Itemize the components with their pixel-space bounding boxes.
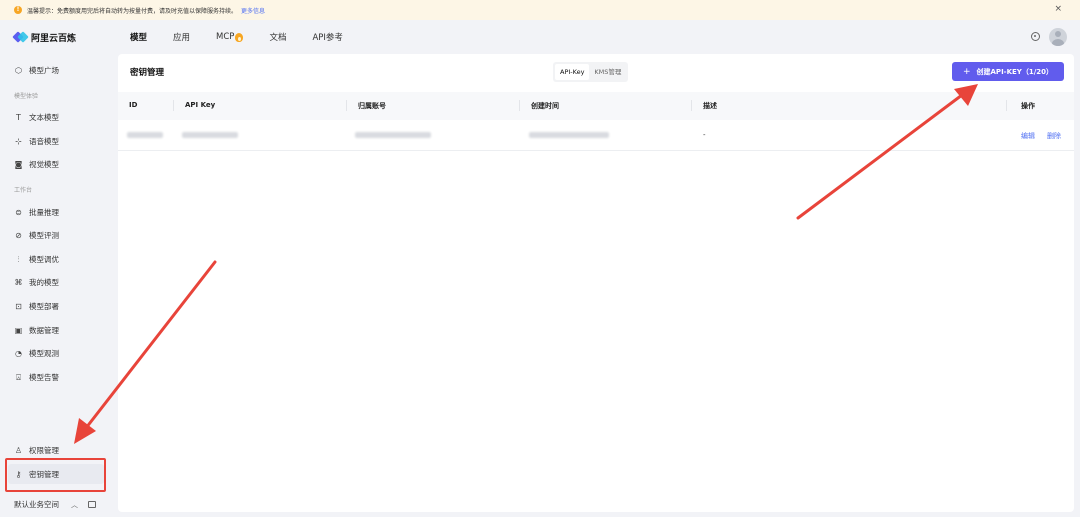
collapse-sidebar-icon[interactable] bbox=[88, 501, 96, 508]
sidebar-item-label: 批量推理 bbox=[29, 208, 59, 217]
close-icon[interactable]: × bbox=[1054, 4, 1062, 14]
notice-text: 温馨提示：免费额度用完后将自动转为按量付费，请及时充值以保障服务持续。 bbox=[27, 7, 238, 15]
brand-name: 阿里云百炼 bbox=[31, 33, 77, 44]
text-icon: T bbox=[16, 113, 21, 122]
notice-bar: ! 温馨提示：免费额度用完后将自动转为按量付费，请及时充值以保障服务持续。 更多… bbox=[0, 0, 1080, 20]
redacted-created-time bbox=[529, 132, 609, 138]
edit-link[interactable]: 编辑 bbox=[1021, 131, 1035, 141]
cube-icon: ⬡ bbox=[15, 66, 22, 75]
pie-icon: ◔ bbox=[15, 349, 22, 358]
compass-icon: ⊘ bbox=[15, 231, 22, 240]
column-divider bbox=[173, 100, 174, 111]
sidebar-item-text-model[interactable]: T 文本模型 bbox=[14, 112, 59, 123]
section-model-experience: 模型体验 bbox=[14, 93, 39, 100]
nav-api-reference[interactable]: API参考 bbox=[312, 31, 342, 43]
nav-mcp-label: MCP bbox=[216, 32, 235, 42]
column-header-id: ID bbox=[129, 101, 138, 109]
brand-logo[interactable]: 阿里云百炼 bbox=[12, 30, 130, 44]
deploy-icon: ⊡ bbox=[15, 302, 22, 311]
sidebar-item-model-evaluation[interactable]: ⊘ 模型评测 bbox=[14, 230, 59, 241]
nav-apps[interactable]: 应用 bbox=[173, 31, 190, 43]
warning-icon: ! bbox=[14, 6, 22, 14]
table-header: ID API Key 归属账号 创建时间 描述 操作 bbox=[118, 92, 1074, 120]
chevron-up-icon[interactable]: ︿ bbox=[71, 500, 78, 510]
sidebar-item-model-deployment[interactable]: ⊡ 模型部署 bbox=[14, 301, 59, 312]
nav-mcp[interactable]: MCP bbox=[216, 32, 244, 42]
workspace-name: 默认业务空间 bbox=[14, 500, 59, 509]
redacted-account bbox=[355, 132, 431, 138]
nodes-icon: ⌘ bbox=[14, 278, 23, 287]
sidebar-item-model-plaza[interactable]: ⬡ 模型广场 bbox=[14, 65, 59, 76]
page-title: 密钥管理 bbox=[130, 68, 165, 78]
nav-docs[interactable]: 文档 bbox=[269, 31, 286, 43]
column-divider bbox=[519, 100, 520, 111]
column-divider bbox=[691, 100, 692, 111]
user-icon: ♙ bbox=[14, 446, 23, 455]
sidebar-item-permissions[interactable]: ♙ 权限管理 bbox=[14, 445, 59, 456]
batch-icon: ⊜ bbox=[15, 208, 22, 217]
settings-gear-icon[interactable] bbox=[1031, 32, 1040, 41]
table-row: - 编辑 删除 bbox=[118, 120, 1074, 151]
notice-more-link[interactable]: 更多信息 bbox=[241, 6, 265, 15]
sidebar-item-label: 我的模型 bbox=[29, 278, 59, 287]
fire-icon bbox=[235, 32, 244, 42]
sidebar-item-model-alert[interactable]: ⍓ 模型告警 bbox=[14, 372, 59, 383]
delete-link[interactable]: 删除 bbox=[1047, 131, 1061, 141]
sidebar-item-model-tuning[interactable]: ⫶ 模型调优 bbox=[14, 254, 60, 265]
top-nav: 阿里云百炼 模型 应用 MCP 文档 API参考 bbox=[0, 20, 1080, 54]
sidebar-item-my-models[interactable]: ⌘ 我的模型 bbox=[14, 277, 60, 288]
create-api-key-button[interactable]: + 创建API-KEY（1/20） bbox=[952, 62, 1064, 81]
waveform-icon: ⊹ bbox=[15, 137, 22, 146]
camera-icon: ◙ bbox=[14, 160, 23, 169]
nav-models-label: 模型 bbox=[130, 33, 148, 43]
sidebar-item-label: 模型评测 bbox=[29, 231, 59, 240]
nav-models[interactable]: 模型 bbox=[130, 31, 147, 43]
redacted-api-key[interactable] bbox=[182, 132, 238, 138]
description-value: - bbox=[703, 131, 706, 139]
plus-icon: + bbox=[962, 66, 971, 77]
sidebar-item-label: 模型告警 bbox=[29, 373, 59, 382]
alert-icon: ⍓ bbox=[16, 373, 21, 382]
sidebar-item-label: 视觉模型 bbox=[29, 160, 59, 169]
nav-apps-label: 应用 bbox=[173, 33, 191, 43]
brand-mark-icon bbox=[12, 30, 29, 43]
sidebar-item-label: 模型部署 bbox=[29, 302, 59, 311]
sidebar-item-label: 数据管理 bbox=[29, 326, 59, 335]
sidebar-item-batch-inference[interactable]: ⊜ 批量推理 bbox=[14, 207, 59, 218]
sidebar-item-label: 模型调优 bbox=[29, 255, 59, 264]
column-header-created-time: 创建时间 bbox=[531, 102, 559, 110]
chart-icon: ▣ bbox=[14, 326, 23, 335]
column-header-api-key: API Key bbox=[185, 101, 216, 109]
column-divider bbox=[1006, 100, 1007, 111]
sliders-icon: ⫶ bbox=[17, 255, 20, 264]
sidebar-item-label: 文本模型 bbox=[29, 113, 59, 122]
sidebar-item-model-observation[interactable]: ◔ 模型观测 bbox=[14, 348, 59, 359]
workspace-switcher[interactable]: 默认业务空间 ︿ bbox=[14, 499, 106, 510]
column-divider bbox=[346, 100, 347, 111]
sidebar-item-label: 语音模型 bbox=[29, 137, 59, 146]
tab-api-key[interactable]: API-Key bbox=[555, 64, 590, 80]
tab-kms-management[interactable]: KMS管理 bbox=[589, 64, 626, 80]
column-header-description: 描述 bbox=[703, 102, 717, 110]
annotation-highlight-box bbox=[5, 458, 106, 492]
sidebar: ⬡ 模型广场 模型体验 T 文本模型 ⊹ 语音模型 ◙ 视觉模型 工作台 ⊜ 批… bbox=[0, 54, 118, 517]
sidebar-item-label: 模型观测 bbox=[29, 349, 59, 358]
redacted-id bbox=[127, 132, 163, 138]
sidebar-item-vision-model[interactable]: ◙ 视觉模型 bbox=[14, 159, 59, 170]
sidebar-item-voice-model[interactable]: ⊹ 语音模型 bbox=[14, 136, 59, 147]
sidebar-item-label: 权限管理 bbox=[29, 446, 59, 455]
sidebar-item-data-management[interactable]: ▣ 数据管理 bbox=[14, 325, 59, 336]
section-workbench: 工作台 bbox=[14, 187, 33, 194]
avatar[interactable] bbox=[1049, 28, 1067, 46]
nav-docs-label: 文档 bbox=[269, 33, 287, 43]
column-header-actions: 操作 bbox=[1021, 102, 1035, 110]
main-panel: 密钥管理 API-Key KMS管理 + 创建API-KEY（1/20） ID … bbox=[118, 54, 1074, 512]
create-api-key-label: 创建API-KEY（1/20） bbox=[976, 67, 1054, 76]
column-header-account: 归属账号 bbox=[358, 102, 386, 110]
sidebar-item-label: 模型广场 bbox=[29, 66, 59, 75]
nav-api-reference-label: API参考 bbox=[312, 33, 343, 43]
tab-switcher: API-Key KMS管理 bbox=[553, 62, 629, 82]
